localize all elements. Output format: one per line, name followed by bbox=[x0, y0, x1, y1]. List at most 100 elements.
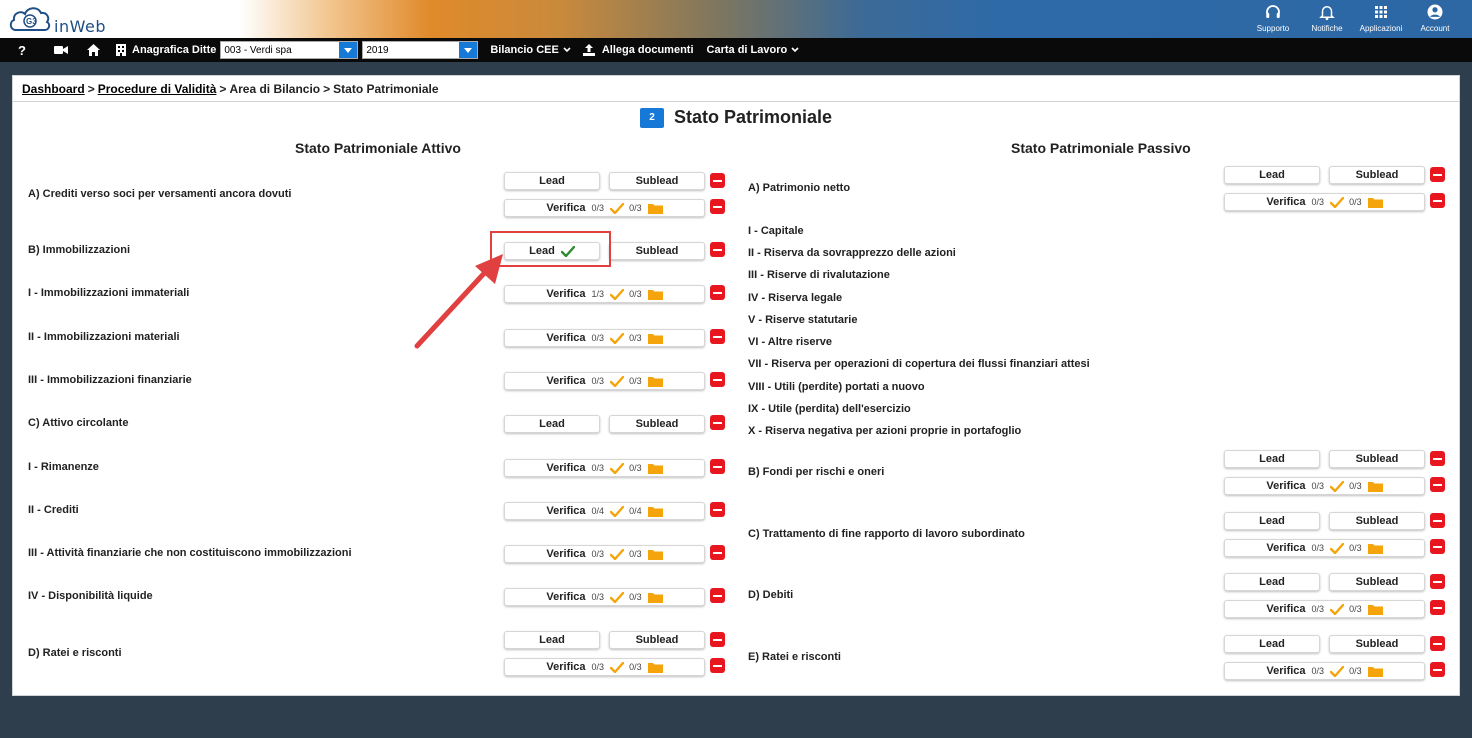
support-button[interactable]: Supporto bbox=[1246, 0, 1300, 38]
remove-button[interactable] bbox=[710, 242, 725, 257]
remove-button[interactable] bbox=[1430, 574, 1445, 589]
lead-button[interactable]: Lead bbox=[504, 631, 600, 649]
remove-button[interactable] bbox=[1430, 193, 1445, 208]
verifica-button-label: Verifica bbox=[546, 375, 586, 387]
remove-button[interactable] bbox=[710, 199, 725, 214]
verifica-button[interactable]: Verifica 0/3 0/3 bbox=[504, 588, 705, 606]
remove-button[interactable] bbox=[1430, 451, 1445, 466]
year-select[interactable]: 2019 bbox=[362, 41, 479, 59]
verifica-folder-count: 0/3 bbox=[629, 463, 642, 473]
verifica-count: 0/3 bbox=[591, 333, 605, 343]
check-icon bbox=[610, 202, 625, 214]
remove-button[interactable] bbox=[710, 588, 725, 603]
lead-button-label: Lead bbox=[539, 175, 565, 187]
verifica-folder-count: 0/3 bbox=[1349, 481, 1362, 491]
remove-button[interactable] bbox=[710, 459, 725, 474]
remove-button[interactable] bbox=[1430, 167, 1445, 182]
section-label: II - Crediti bbox=[28, 504, 79, 516]
help-button[interactable]: ? bbox=[0, 38, 44, 62]
section-label: D) Debiti bbox=[748, 589, 794, 601]
section-label: VII - Riserva per operazioni di copertur… bbox=[748, 358, 1090, 370]
verifica-button[interactable]: Verifica 1/3 0/3 bbox=[504, 285, 705, 303]
verifica-button[interactable]: Verifica 0/3 0/3 bbox=[504, 658, 705, 676]
verifica-button[interactable]: Verifica 0/3 0/3 bbox=[1224, 539, 1425, 557]
video-button[interactable] bbox=[44, 38, 78, 62]
company-select[interactable]: 003 - Verdi spa bbox=[220, 41, 359, 59]
remove-button[interactable] bbox=[710, 173, 725, 188]
verifica-count: 0/3 bbox=[1311, 543, 1325, 553]
verifica-button[interactable]: Verifica 0/3 0/3 bbox=[1224, 662, 1425, 680]
lead-button[interactable]: Lead bbox=[1224, 166, 1320, 184]
carta-di-lavoro-menu[interactable]: Carta di Lavoro bbox=[707, 44, 800, 56]
bilancio-label: Bilancio CEE bbox=[490, 44, 559, 56]
applications-button[interactable]: Applicazioni bbox=[1354, 0, 1408, 38]
sublead-button[interactable]: Sublead bbox=[1329, 573, 1425, 591]
bilancio-cee-menu[interactable]: Bilancio CEE bbox=[490, 44, 571, 56]
lead-button-label: Lead bbox=[1259, 453, 1285, 465]
lead-button[interactable]: Lead bbox=[1224, 450, 1320, 468]
remove-button[interactable] bbox=[710, 415, 725, 430]
verifica-button[interactable]: Verifica 0/3 0/3 bbox=[504, 329, 705, 347]
verifica-button[interactable]: Verifica 0/3 0/3 bbox=[504, 545, 705, 563]
verifica-count: 0/3 bbox=[591, 662, 605, 672]
verifica-button-label: Verifica bbox=[1266, 480, 1306, 492]
verifica-count: 0/3 bbox=[591, 549, 605, 559]
sublead-button[interactable]: Sublead bbox=[1329, 450, 1425, 468]
account-button[interactable]: Account bbox=[1408, 0, 1462, 38]
home-button[interactable] bbox=[78, 38, 108, 62]
remove-button[interactable] bbox=[1430, 539, 1445, 554]
remove-button[interactable] bbox=[1430, 477, 1445, 492]
app-logo[interactable]: G3 inWeb bbox=[8, 2, 118, 36]
remove-button[interactable] bbox=[1430, 600, 1445, 615]
remove-button[interactable] bbox=[1430, 636, 1445, 651]
breadcrumb-area: Area di Bilancio bbox=[229, 81, 321, 96]
sublead-button[interactable]: Sublead bbox=[609, 631, 705, 649]
notifications-button[interactable]: Notifiche bbox=[1300, 0, 1354, 38]
section-label: IV - Disponibilità liquide bbox=[28, 590, 153, 602]
sublead-button[interactable]: Sublead bbox=[1329, 635, 1425, 653]
section-label: III - Immobilizzazioni finanziarie bbox=[28, 374, 192, 386]
verifica-button[interactable]: Verifica 0/3 0/3 bbox=[504, 459, 705, 477]
remove-button[interactable] bbox=[710, 545, 725, 560]
verifica-button-label: Verifica bbox=[546, 332, 586, 344]
section-label: I - Capitale bbox=[748, 225, 804, 237]
allega-documenti-button[interactable]: Allega documenti bbox=[582, 44, 694, 56]
verifica-button[interactable]: Verifica 0/4 0/4 bbox=[504, 502, 705, 520]
remove-button[interactable] bbox=[710, 502, 725, 517]
remove-button[interactable] bbox=[710, 632, 725, 647]
verifica-button-label: Verifica bbox=[546, 661, 586, 673]
sublead-button[interactable]: Sublead bbox=[609, 415, 705, 433]
remove-button[interactable] bbox=[710, 285, 725, 300]
lead-button[interactable]: Lead bbox=[1224, 573, 1320, 591]
section-label: I - Rimanenze bbox=[28, 461, 99, 473]
verifica-button[interactable]: Verifica 0/3 0/3 bbox=[504, 199, 705, 217]
section-label: D) Ratei e risconti bbox=[28, 647, 122, 659]
section-label: III - Riserve di rivalutazione bbox=[748, 269, 890, 281]
lead-button[interactable]: Lead bbox=[1224, 635, 1320, 653]
check-icon bbox=[610, 548, 625, 560]
sublead-button[interactable]: Sublead bbox=[609, 172, 705, 190]
verifica-button[interactable]: Verifica 0/3 0/3 bbox=[1224, 600, 1425, 618]
sublead-button[interactable]: Sublead bbox=[1329, 512, 1425, 530]
verifica-button[interactable]: Verifica 0/3 0/3 bbox=[1224, 477, 1425, 495]
verifica-button-label: Verifica bbox=[1266, 542, 1306, 554]
breadcrumb-procedure[interactable]: Procedure di Validità bbox=[98, 82, 217, 96]
anagrafica-ditte[interactable]: Anagrafica Ditte bbox=[116, 44, 216, 56]
remove-button[interactable] bbox=[710, 372, 725, 387]
lead-button[interactable]: Lead bbox=[1224, 512, 1320, 530]
lead-button[interactable]: Lead bbox=[504, 415, 600, 433]
remove-button[interactable] bbox=[1430, 513, 1445, 528]
verifica-button[interactable]: Verifica 0/3 0/3 bbox=[1224, 193, 1425, 211]
sublead-button[interactable]: Sublead bbox=[1329, 166, 1425, 184]
section-label: VI - Altre riserve bbox=[748, 336, 832, 348]
remove-button[interactable] bbox=[710, 329, 725, 344]
grid-icon bbox=[1375, 6, 1387, 18]
remove-button[interactable] bbox=[1430, 662, 1445, 677]
lead-button[interactable]: Lead bbox=[504, 172, 600, 190]
section-label: IV - Riserva legale bbox=[748, 292, 843, 304]
verifica-button[interactable]: Verifica 0/3 0/3 bbox=[504, 372, 705, 390]
remove-button[interactable] bbox=[710, 658, 725, 673]
section-label: C) Attivo circolante bbox=[28, 417, 129, 429]
breadcrumb-dashboard[interactable]: Dashboard bbox=[22, 82, 85, 96]
sublead-button[interactable]: Sublead bbox=[609, 242, 705, 260]
